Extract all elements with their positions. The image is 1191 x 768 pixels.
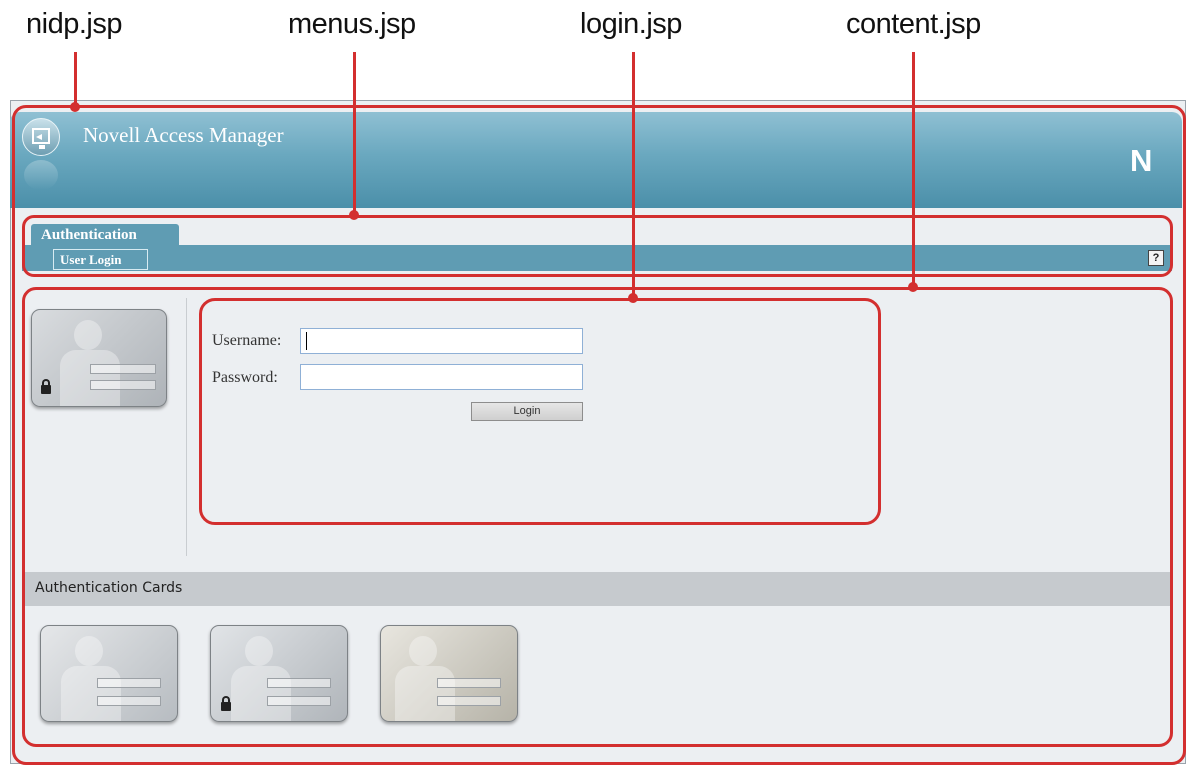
label-menus: menus.jsp xyxy=(288,8,416,40)
login-frame xyxy=(199,298,881,525)
nidp-dot xyxy=(70,102,80,112)
menus-frame xyxy=(22,215,1173,277)
content-leader xyxy=(912,52,915,286)
label-nidp: nidp.jsp xyxy=(26,8,122,40)
label-login: login.jsp xyxy=(580,8,682,40)
menus-dot xyxy=(349,210,359,220)
content-dot xyxy=(908,282,918,292)
nidp-leader xyxy=(74,52,77,106)
login-dot xyxy=(628,293,638,303)
login-leader xyxy=(632,52,635,297)
menus-leader xyxy=(353,52,356,215)
label-content: content.jsp xyxy=(846,8,981,40)
